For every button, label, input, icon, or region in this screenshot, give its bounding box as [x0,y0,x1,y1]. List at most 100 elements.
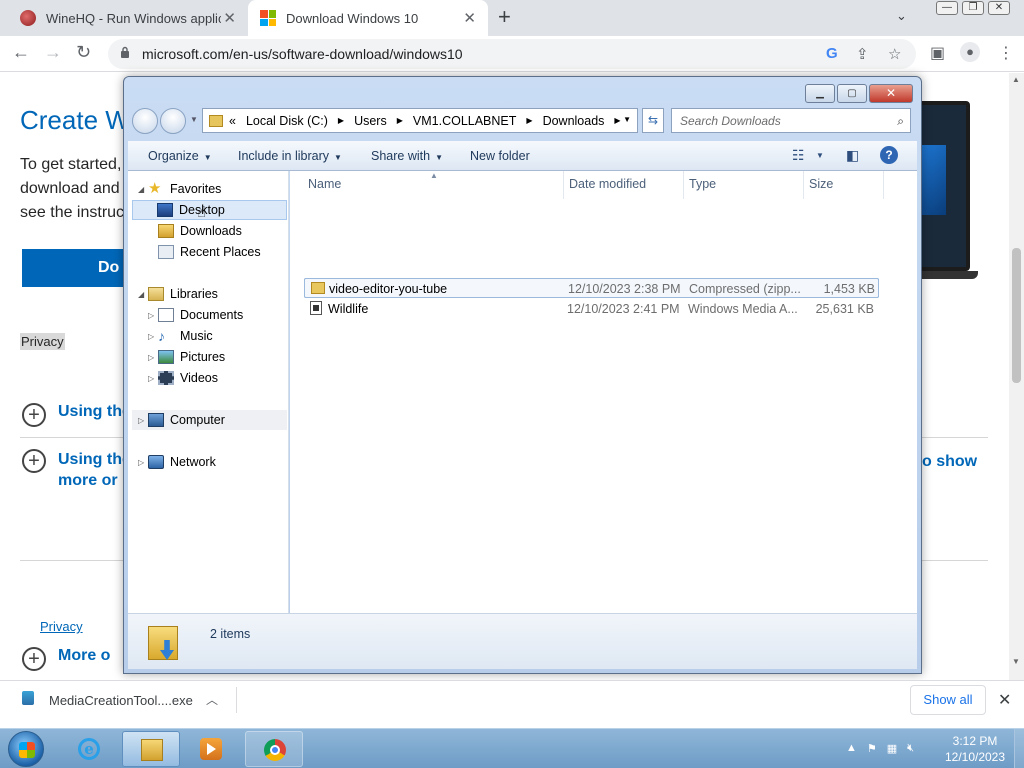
action-center-flag-icon[interactable]: ⚑ [867,742,877,755]
accordion-label-line[interactable]: Using the [58,451,131,468]
nav-item-videos[interactable]: ▷ Videos [148,368,218,388]
scroll-down-arrow-icon[interactable]: ▼ [1012,657,1020,666]
share-with-button[interactable]: Share with ▼ [371,149,443,163]
bookmark-star-icon[interactable]: ☆ [888,45,901,63]
new-folder-button[interactable]: New folder [470,149,530,163]
tab-search-chevron-icon[interactable]: ⌄ [896,8,907,24]
column-header-size[interactable]: Size [809,177,833,191]
minimize-icon[interactable]: ▁ [805,84,835,103]
system-clock[interactable]: 3:12 PM 12/10/2023 [940,733,1010,765]
taskbar-internet-explorer[interactable]: e [60,731,118,767]
file-row-wildlife[interactable]: Wildlife 12/10/2023 2:41 PM Windows Medi… [304,299,879,319]
nav-item-pictures[interactable]: ▷ Pictures [148,347,225,367]
expand-arrow-icon[interactable]: ▷ [138,416,148,425]
show-desktop-button[interactable] [1014,729,1024,768]
tab-download-windows10[interactable]: Download Windows 10 ✕ [248,0,488,36]
address-breadcrumb[interactable]: « Local Disk (C:) ▶ Users ▶ VM1.COLLABNE… [202,108,638,133]
privacy-link[interactable]: Privacy [40,619,83,634]
tab-close-icon[interactable]: ✕ [223,9,236,27]
minimize-icon[interactable]: — [936,1,958,15]
back-arrow-icon[interactable]: ← [12,42,30,63]
nav-item-network[interactable]: ▷ Network [138,452,216,472]
accordion-label-line[interactable]: more or l [58,472,126,489]
volume-muted-icon[interactable]: 🔇︎ [907,742,914,755]
chevron-up-icon[interactable]: ︿ [206,691,218,708]
breadcrumb-arrow-icon[interactable]: ▶ [526,116,532,125]
breadcrumb-overflow[interactable]: « [229,114,236,128]
nav-item-documents[interactable]: ▷ Documents [148,305,243,325]
tab-winehq[interactable]: WineHQ - Run Windows applicat ✕ [0,0,248,36]
maximize-icon[interactable]: ▢ [837,84,867,103]
taskbar-media-player[interactable] [182,731,240,767]
forward-arrow-icon[interactable]: → [44,42,62,63]
breadcrumb-vm1[interactable]: VM1.COLLABNET [413,114,517,128]
column-header-date-modified[interactable]: Date modified [569,177,646,191]
nav-item-computer[interactable]: ▷ Computer [132,410,287,430]
breadcrumb-downloads[interactable]: Downloads [543,114,605,128]
show-hidden-icons-icon[interactable]: ▲ [846,742,857,755]
new-tab-plus-icon[interactable]: + [498,4,511,30]
nav-item-desktop[interactable]: Desktop ☝ [132,200,287,221]
expand-plus-icon[interactable]: + [22,403,46,427]
side-panel-icon[interactable]: ▣ [930,43,945,63]
close-icon[interactable]: ✕ [869,84,913,103]
breadcrumb-arrow-icon[interactable]: ▶ [338,116,344,125]
include-in-library-button[interactable]: Include in library ▼ [238,149,342,163]
start-button[interactable] [8,731,44,767]
google-lens-icon[interactable]: G [826,45,838,62]
column-separator[interactable] [883,171,884,199]
back-button[interactable] [132,108,158,134]
scrollbar-thumb[interactable] [1012,248,1021,383]
close-icon[interactable]: ✕ [988,1,1010,15]
to-show-text[interactable]: o show [922,453,977,471]
refresh-icon[interactable]: ⇆ [642,108,664,133]
download-tool-button[interactable]: Do [22,249,132,287]
page-scrollbar[interactable]: ▲ ▼ [1009,73,1024,680]
expand-plus-icon[interactable]: + [22,647,46,671]
change-view-icon[interactable]: ☷ [792,147,805,164]
search-input[interactable]: Search Downloads ⌕ [671,108,911,133]
nav-item-music[interactable]: ▷ ♪ Music [148,326,213,346]
address-bar[interactable]: microsoft.com/en-us/software-download/wi… [108,39,916,69]
nav-item-favorites[interactable]: ◢ ★ Favorites [138,179,221,199]
taskbar-windows-explorer[interactable] [122,731,180,767]
search-icon[interactable]: ⌕ [897,114,904,129]
more-options-item[interactable]: + More o [22,647,110,671]
column-separator[interactable] [803,171,804,199]
breadcrumb-local-disk[interactable]: Local Disk (C:) [246,114,328,128]
forward-button[interactable] [160,108,186,134]
column-separator[interactable] [563,171,564,199]
preview-pane-icon[interactable]: ◧ [846,147,859,164]
accordion-item-1[interactable]: + Using the [22,403,131,427]
nav-item-downloads[interactable]: Downloads [158,221,242,241]
organize-button[interactable]: Organize ▼ [148,149,212,163]
file-row-video-editor[interactable]: video-editor-you-tube 12/10/2023 2:38 PM… [304,278,879,298]
nav-item-libraries[interactable]: ◢ Libraries [138,284,218,304]
expand-arrow-icon[interactable]: ▷ [148,374,158,383]
show-all-button[interactable]: Show all [910,685,986,715]
view-options-chevron-icon[interactable]: ▼ [816,151,824,160]
recent-pages-chevron-icon[interactable]: ▼ [190,115,198,124]
column-separator[interactable] [683,171,684,199]
column-header-type[interactable]: Type [689,177,716,191]
accordion-item-2[interactable]: + Using the more or l [22,449,131,491]
expand-plus-icon[interactable]: + [22,449,46,473]
chrome-menu-icon[interactable]: ⋮ [998,43,1014,63]
scroll-up-arrow-icon[interactable]: ▲ [1012,75,1020,84]
reload-icon[interactable]: ↻ [76,42,91,63]
profile-avatar-icon[interactable]: ● [960,42,980,62]
accordion-label[interactable]: Using the more or l [58,449,131,491]
collapse-arrow-icon[interactable]: ◢ [138,290,148,299]
breadcrumb-users[interactable]: Users [354,114,387,128]
expand-arrow-icon[interactable]: ▷ [138,458,148,467]
nav-item-recent-places[interactable]: Recent Places [158,242,261,262]
address-dropdown-icon[interactable]: ▼ [623,115,631,124]
help-icon[interactable]: ? [880,146,898,164]
share-icon[interactable]: ⇪ [856,45,869,63]
network-status-icon[interactable]: ▦ [887,742,897,755]
expand-arrow-icon[interactable]: ▷ [148,311,158,320]
tab-close-icon[interactable]: ✕ [463,9,476,27]
breadcrumb-arrow-icon[interactable]: ▶ [614,116,620,125]
more-label[interactable]: More o [58,647,110,665]
close-icon[interactable]: ✕ [998,690,1011,710]
